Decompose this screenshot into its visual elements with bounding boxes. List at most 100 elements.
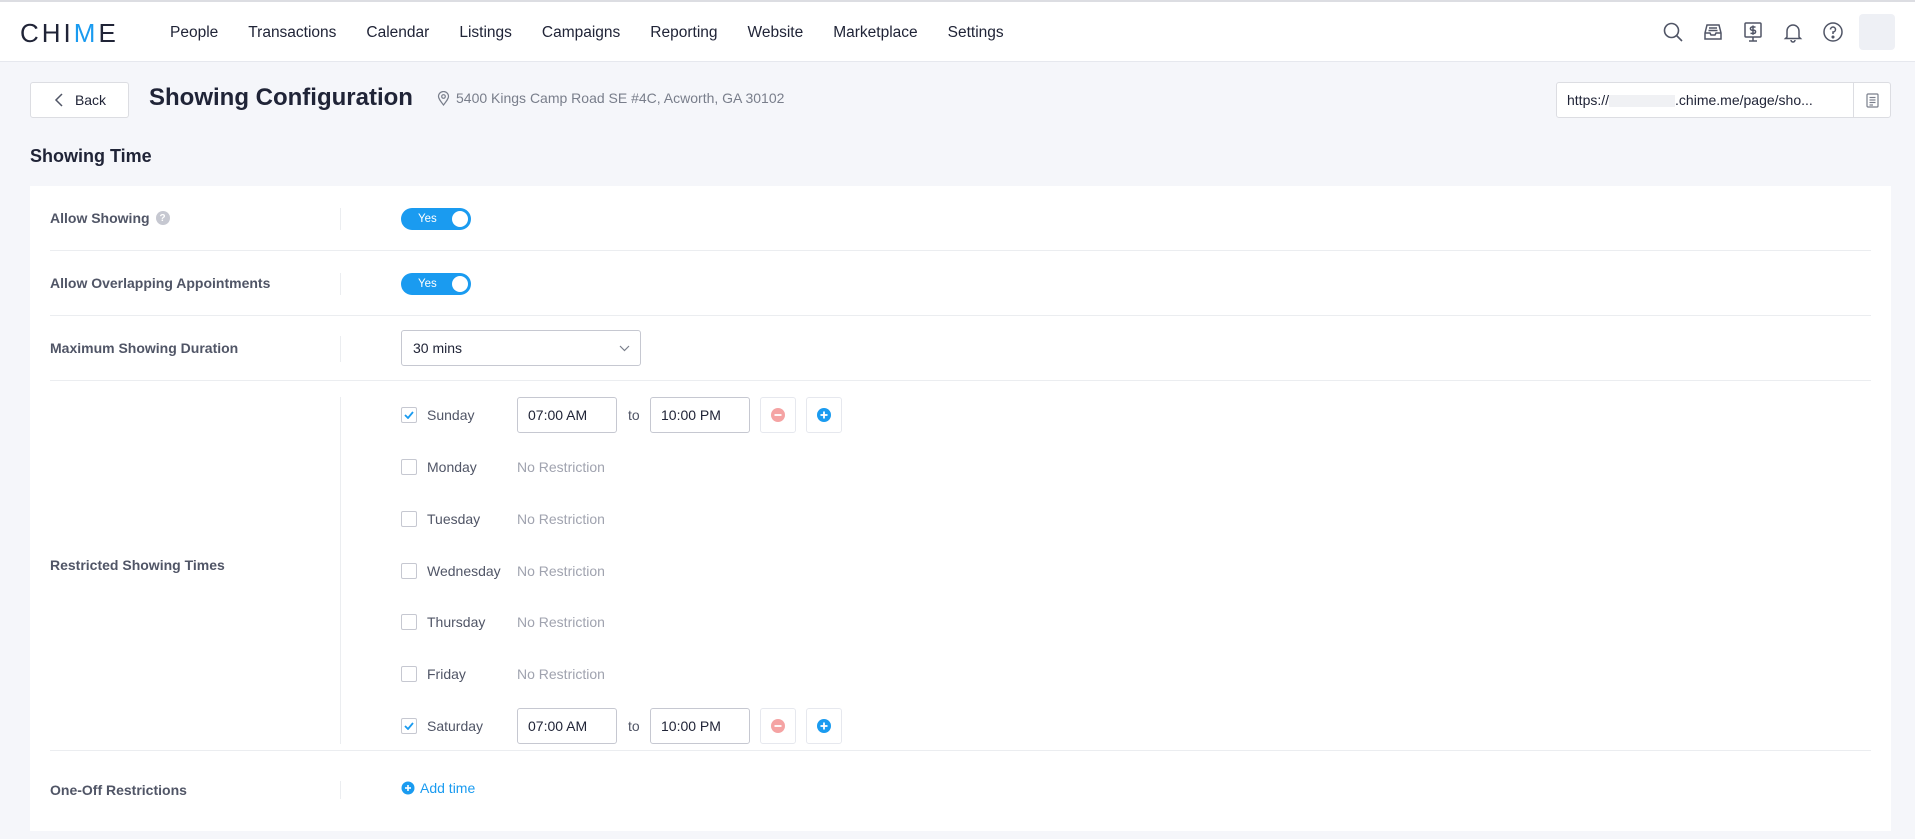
nav-item-listings[interactable]: Listings [459, 24, 512, 42]
no-restriction-text: No Restriction [517, 459, 605, 475]
no-restriction-text: No Restriction [517, 563, 605, 579]
remove-time-button[interactable] [760, 397, 796, 433]
checkmark-icon [404, 722, 414, 730]
divider [340, 336, 341, 362]
add-time-range-button[interactable] [806, 708, 842, 744]
nav-item-website[interactable]: Website [748, 24, 804, 42]
chime-logo[interactable]: CHIME [20, 18, 119, 49]
max-duration-label: Maximum Showing Duration [50, 340, 239, 356]
help-icon[interactable]: ? [155, 211, 170, 225]
saturday-start-time[interactable]: 07:00 AM [517, 708, 617, 744]
nav-item-reporting[interactable]: Reporting [650, 24, 717, 42]
day-row-saturday: Saturday 07:00 AM to 10:00 PM [401, 708, 842, 744]
day-row-thursday: Thursday No Restriction [401, 604, 605, 640]
main-nav: People Transactions Calendar Listings Ca… [170, 2, 1034, 64]
to-label: to [628, 407, 640, 423]
row-restricted-times: Restricted Showing Times Sunday 07:00 AM… [50, 381, 1871, 751]
checkmark-icon [404, 411, 414, 419]
chevron-down-icon [619, 345, 630, 352]
row-max-duration: Maximum Showing Duration 30 mins [50, 316, 1871, 381]
restricted-times-label: Restricted Showing Times [50, 557, 225, 573]
chevron-left-icon [54, 93, 63, 107]
nav-item-marketplace[interactable]: Marketplace [833, 24, 917, 42]
showing-time-card: Allow Showing ? Yes Allow Overlapping Ap… [30, 186, 1891, 831]
divider [340, 397, 341, 744]
divider [340, 273, 341, 295]
page-title: Showing Configuration [149, 84, 413, 111]
plus-circle-icon [817, 719, 831, 733]
redacted-subdomain [1609, 95, 1676, 108]
allow-overlap-toggle[interactable]: Yes [401, 273, 471, 295]
back-button[interactable]: Back [30, 82, 129, 118]
day-name: Wednesday [427, 563, 501, 579]
row-allow-overlap: Allow Overlapping Appointments Yes [50, 251, 1871, 316]
allow-showing-toggle[interactable]: Yes [401, 208, 471, 230]
saturday-checkbox[interactable] [401, 718, 417, 734]
dollar-monitor-icon[interactable] [1733, 14, 1773, 50]
minus-circle-icon [771, 719, 785, 733]
plus-circle-icon [401, 781, 415, 795]
saturday-end-time[interactable]: 10:00 PM [650, 708, 750, 744]
help-icon[interactable] [1813, 14, 1853, 50]
to-label: to [628, 718, 640, 734]
tuesday-checkbox[interactable] [401, 511, 417, 527]
nav-item-calendar[interactable]: Calendar [366, 24, 429, 42]
divider [340, 208, 341, 230]
add-time-label: Add time [420, 780, 476, 796]
max-duration-select[interactable]: 30 mins [401, 330, 641, 366]
day-row-monday: Monday No Restriction [401, 449, 605, 485]
day-name: Monday [427, 459, 477, 475]
listing-address: 5400 Kings Camp Road SE #4C, Acworth, GA… [437, 90, 784, 106]
sunday-end-time[interactable]: 10:00 PM [650, 397, 750, 433]
day-name: Tuesday [427, 511, 481, 527]
day-row-wednesday: Wednesday No Restriction [401, 553, 605, 589]
bell-icon[interactable] [1773, 14, 1813, 50]
wednesday-checkbox[interactable] [401, 563, 417, 579]
nav-item-campaigns[interactable]: Campaigns [542, 24, 620, 42]
share-url-field[interactable]: https://.chime.me/page/sho... [1556, 82, 1891, 118]
nav-item-transactions[interactable]: Transactions [248, 24, 336, 42]
day-name: Sunday [427, 407, 475, 423]
nav-item-people[interactable]: People [170, 24, 218, 42]
copy-url-button[interactable] [1853, 83, 1890, 117]
back-button-label: Back [74, 92, 107, 108]
top-icons [1653, 14, 1895, 50]
toggle-knob [452, 211, 468, 227]
no-restriction-text: No Restriction [517, 511, 605, 527]
day-name: Saturday [427, 718, 484, 734]
allow-showing-label: Allow Showing ? [50, 210, 170, 226]
add-time-range-button[interactable] [806, 397, 842, 433]
divider [340, 781, 341, 799]
day-name: Friday [427, 666, 466, 682]
sunday-start-time[interactable]: 07:00 AM [517, 397, 617, 433]
location-pin-icon [437, 90, 450, 106]
toggle-knob [452, 276, 468, 292]
monday-checkbox[interactable] [401, 459, 417, 475]
search-icon[interactable] [1653, 14, 1693, 50]
friday-checkbox[interactable] [401, 666, 417, 682]
row-allow-showing: Allow Showing ? Yes [50, 186, 1871, 251]
day-row-tuesday: Tuesday No Restriction [401, 501, 605, 537]
share-url-text[interactable]: https://.chime.me/page/sho... [1557, 92, 1853, 108]
one-off-label: One-Off Restrictions [50, 782, 187, 798]
allow-overlap-label: Allow Overlapping Appointments [50, 275, 271, 291]
address-text: 5400 Kings Camp Road SE #4C, Acworth, GA… [456, 90, 785, 106]
nav-item-settings[interactable]: Settings [948, 24, 1004, 42]
inbox-icon[interactable] [1693, 14, 1733, 50]
day-row-friday: Friday No Restriction [401, 656, 605, 692]
add-one-off-time-link[interactable]: Add time [401, 780, 475, 796]
row-one-off: One-Off Restrictions Add time [50, 751, 1871, 831]
no-restriction-text: No Restriction [517, 614, 605, 630]
thursday-checkbox[interactable] [401, 614, 417, 630]
copy-icon [1865, 93, 1879, 108]
day-name: Thursday [427, 614, 486, 630]
section-title: Showing Time [30, 146, 152, 166]
no-restriction-text: No Restriction [517, 666, 605, 682]
top-nav-bar: CHIME People Transactions Calendar Listi… [0, 0, 1915, 62]
remove-time-button[interactable] [760, 708, 796, 744]
day-row-sunday: Sunday 07:00 AM to 10:00 PM [401, 397, 842, 433]
plus-circle-icon [817, 408, 831, 422]
minus-circle-icon [771, 408, 785, 422]
user-avatar[interactable] [1859, 14, 1895, 50]
sunday-checkbox[interactable] [401, 407, 417, 423]
